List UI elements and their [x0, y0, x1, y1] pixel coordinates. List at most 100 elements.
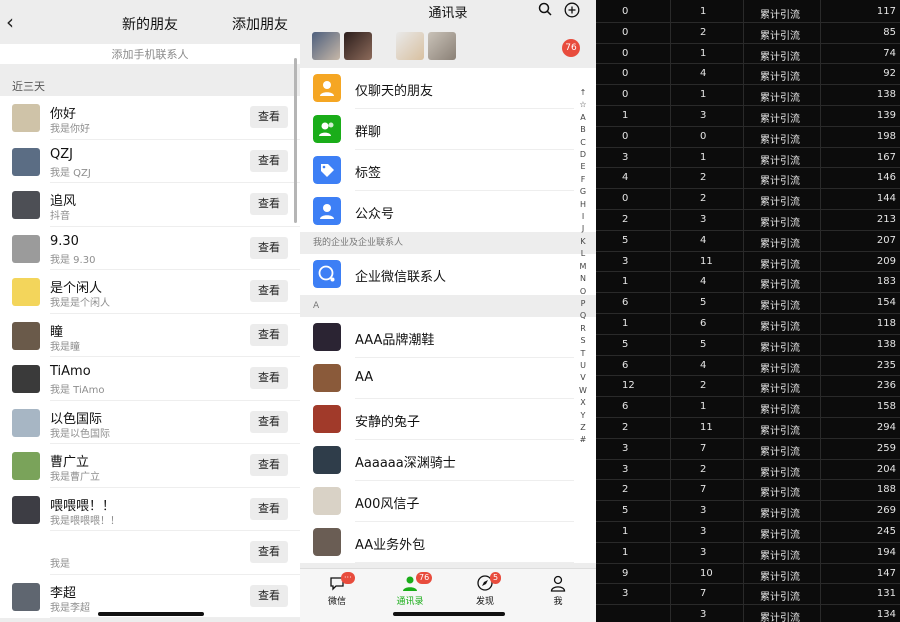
table-row: 1 3 累计引流 194: [596, 543, 900, 564]
table-cell: 147: [876, 567, 896, 579]
index-letter[interactable]: R: [578, 323, 588, 335]
avatar: [12, 104, 40, 132]
table-cell: 0: [622, 89, 629, 101]
avatar: [312, 32, 340, 60]
view-button[interactable]: 查看: [250, 454, 288, 476]
view-button[interactable]: 查看: [250, 236, 288, 259]
special-contact-item[interactable]: 仅聊天的朋友: [300, 68, 596, 109]
tab-contacts[interactable]: 76 通讯录: [385, 572, 435, 607]
special-contact-label: 标签: [355, 166, 382, 181]
table-cell: 85: [883, 26, 896, 38]
view-button[interactable]: 查看: [250, 410, 288, 433]
index-letter[interactable]: A: [578, 112, 588, 124]
tab-me[interactable]: 我: [533, 574, 583, 607]
index-letter[interactable]: G: [578, 186, 588, 198]
index-letter[interactable]: D: [578, 149, 588, 161]
index-letter[interactable]: W: [578, 385, 588, 397]
avatar: [313, 405, 341, 433]
view-button[interactable]: 查看: [250, 280, 288, 302]
new-friends-panel: ‹ 新的朋友 添加朋友 添加手机联系人 近三天 你好 我是你好 查看 QZJ 我是 QZ…: [0, 0, 300, 622]
table-cell: 10: [700, 567, 713, 579]
add-friend-button[interactable]: 添加朋友: [232, 14, 288, 34]
friend-request-item[interactable]: 我是 查看: [0, 531, 300, 575]
contact-item[interactable]: AAA品牌潮鞋: [300, 317, 596, 358]
view-button[interactable]: 查看: [250, 497, 288, 520]
avatar: [12, 321, 40, 350]
friend-request-item[interactable]: 曹广立 我是曹广立 查看: [0, 444, 300, 488]
friend-request-item[interactable]: 追风 抖音 查看: [0, 183, 300, 227]
tab-chats[interactable]: ··· 微信: [312, 572, 362, 607]
index-letter[interactable]: ☆: [578, 99, 588, 111]
avatar: [313, 323, 341, 351]
view-button[interactable]: 查看: [250, 106, 288, 128]
index-letter[interactable]: L: [578, 248, 588, 260]
table-row: 4 2 累计引流 146: [596, 168, 900, 190]
index-letter[interactable]: V: [578, 372, 588, 384]
table-cell: 1: [700, 6, 707, 17]
index-letter[interactable]: B: [578, 124, 588, 136]
friend-request-item[interactable]: 你好 我是你好 查看: [0, 96, 300, 140]
special-contact-item[interactable]: 公众号: [300, 191, 596, 232]
index-letter[interactable]: J: [578, 223, 588, 235]
person-icon: [550, 575, 566, 592]
view-button[interactable]: 查看: [250, 584, 288, 607]
friend-request-item[interactable]: 瞳我是瞳 查看: [0, 313, 300, 357]
index-letter[interactable]: H: [578, 199, 588, 211]
index-letter[interactable]: ↑: [578, 87, 588, 99]
view-button[interactable]: 查看: [250, 541, 288, 563]
table-row: 3 2 累计引流 204: [596, 460, 900, 481]
index-letter[interactable]: U: [578, 360, 588, 372]
table-cell: 138: [876, 338, 896, 350]
search-icon[interactable]: [538, 2, 552, 16]
index-letter[interactable]: E: [578, 161, 588, 173]
index-letter[interactable]: N: [578, 273, 588, 285]
view-button[interactable]: 查看: [250, 149, 288, 172]
friend-request-item[interactable]: QZJ 我是 QZJ 查看: [0, 139, 300, 183]
table-row: 3 7 累计引流 131: [596, 584, 900, 606]
index-letter[interactable]: F: [578, 174, 588, 186]
tab-discover[interactable]: 5 发现: [460, 572, 510, 607]
index-letter[interactable]: Z: [578, 422, 588, 434]
view-button[interactable]: 查看: [250, 323, 288, 346]
recent-contacts-strip[interactable]: 76: [300, 22, 596, 68]
contact-item[interactable]: 安静的兔子: [300, 399, 596, 440]
index-letter[interactable]: O: [578, 286, 588, 298]
index-letter[interactable]: #: [578, 434, 588, 446]
index-letter[interactable]: M: [578, 261, 588, 273]
table-cell: 累计引流: [760, 134, 800, 146]
special-contact-item[interactable]: 标签: [300, 150, 596, 191]
contact-item[interactable]: AA: [300, 358, 596, 399]
add-circle-icon[interactable]: [564, 2, 580, 18]
table-cell: 154: [876, 297, 896, 309]
add-phone-contacts-link[interactable]: 添加手机联系人: [0, 44, 300, 70]
alphabet-index[interactable]: ↑ ☆ A B C D E F G H I J K L M N O P Q R S T U V W X Y Z #: [578, 87, 588, 447]
index-letter[interactable]: K: [578, 236, 588, 248]
view-button[interactable]: 查看: [250, 193, 288, 215]
friend-request-item[interactable]: 9.30 我是 9.30 查看: [0, 226, 300, 270]
friend-request-item[interactable]: TiAmo 我是 TiAmo 查看: [0, 357, 300, 401]
index-letter[interactable]: C: [578, 137, 588, 149]
index-letter[interactable]: X: [578, 397, 588, 409]
friend-request-item[interactable]: 以色国际 我是以色国际 查看: [0, 400, 300, 444]
contact-name: AA业务外包: [355, 538, 426, 553]
scrollbar[interactable]: [294, 58, 297, 223]
table-cell: 0: [622, 26, 629, 38]
index-letter[interactable]: P: [578, 298, 588, 310]
contact-item[interactable]: A00风信子: [300, 481, 596, 522]
table-row: 0 1 累计引流 117: [596, 2, 900, 23]
table-cell: 198: [876, 130, 896, 142]
friend-request-item[interactable]: 是个闲人 我是是个闲人 查看: [0, 270, 300, 314]
view-button[interactable]: 查看: [250, 367, 288, 389]
special-contact-item[interactable]: 群聊: [300, 109, 596, 150]
contact-item[interactable]: AA业务外包: [300, 522, 596, 563]
index-letter[interactable]: Y: [578, 410, 588, 422]
table-cell: 6: [622, 401, 629, 413]
index-letter[interactable]: S: [578, 335, 588, 347]
index-letter[interactable]: I: [578, 211, 588, 223]
contact-item[interactable]: Aaaaaa深渊骑士: [300, 440, 596, 481]
index-letter[interactable]: Q: [578, 310, 588, 322]
enterprise-contacts-item[interactable]: 企业微信联系人: [300, 254, 596, 295]
friend-request-item[interactable]: 喂喂喂！！ 我是喂喂喂！！ 查看: [0, 487, 300, 531]
table-cell: 3: [622, 588, 629, 600]
index-letter[interactable]: T: [578, 348, 588, 360]
